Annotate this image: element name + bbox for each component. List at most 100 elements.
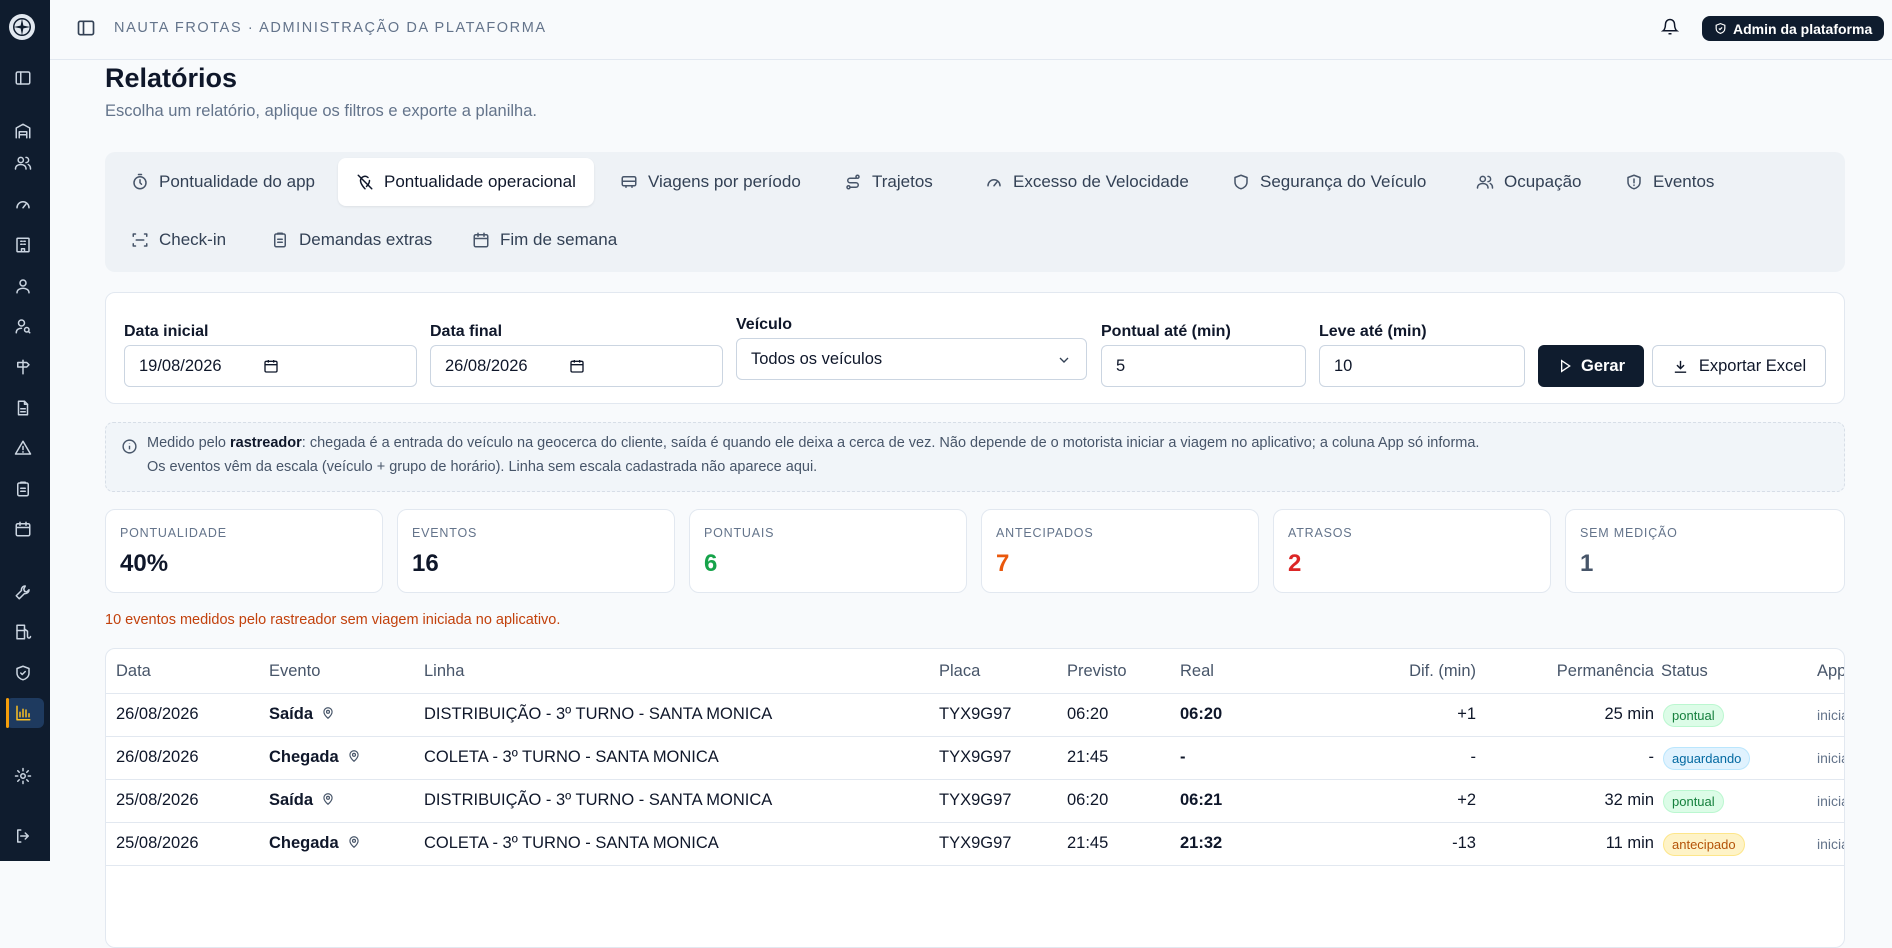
cell-dif: - bbox=[1470, 748, 1477, 766]
shield-check-icon bbox=[1715, 22, 1726, 34]
col-header-dif[interactable]: Dif. (min) bbox=[1306, 662, 1476, 681]
tab-label: Demandas extras bbox=[299, 230, 433, 249]
tab-excesso-velocidade[interactable]: Excesso de Velocidade bbox=[967, 158, 1207, 206]
stat-value: 7 bbox=[996, 550, 1010, 577]
gauge-icon bbox=[987, 179, 1001, 187]
tab-label: Segurança do Veículo bbox=[1260, 172, 1427, 191]
sidebar-toggle-icon[interactable] bbox=[76, 18, 98, 40]
user-search-icon[interactable] bbox=[13, 316, 33, 336]
tab-pontualidade-operacional[interactable]: Pontualidade operacional bbox=[338, 158, 594, 206]
col-header-permanencia[interactable]: Permanência bbox=[1496, 662, 1654, 681]
tab-label: Trajetos bbox=[872, 172, 933, 191]
cell-linha: DISTRIBUIÇÃO - 3º TURNO - SANTA MONICA bbox=[424, 705, 773, 723]
users-icon bbox=[1476, 175, 1494, 189]
compass-logo-icon[interactable] bbox=[9, 14, 35, 40]
col-header-previsto[interactable]: Previsto bbox=[1067, 662, 1127, 681]
stat-value: 6 bbox=[704, 550, 718, 577]
stat-label: EVENTOS bbox=[412, 526, 478, 540]
play-icon bbox=[1560, 359, 1571, 373]
stat-card-atrasos: ATRASOS 2 bbox=[1273, 509, 1551, 593]
building-icon[interactable] bbox=[13, 235, 33, 255]
tab-seguranca-veiculo[interactable]: Segurança do Veículo bbox=[1214, 158, 1444, 206]
table-row[interactable]: 26/08/2026 Chegada COLETA - 3º TURNO - S… bbox=[106, 737, 1844, 780]
stat-value: 40% bbox=[120, 550, 169, 577]
tab-pontualidade-app[interactable]: Pontualidade do app bbox=[113, 158, 333, 206]
shield-icon[interactable] bbox=[13, 663, 33, 683]
status-badge: aguardando bbox=[1663, 747, 1751, 770]
data-inicial-value: 19/08/2026 bbox=[139, 356, 222, 375]
tab-trajetos[interactable]: Trajetos bbox=[826, 158, 951, 206]
cell-real: - bbox=[1180, 748, 1186, 766]
active-nav-indicator bbox=[6, 698, 9, 728]
signpost-icon[interactable] bbox=[13, 357, 33, 377]
cell-evento: Saída bbox=[269, 791, 335, 810]
tab-label: Fim de semana bbox=[500, 230, 618, 249]
app-title: NAUTA FROTAS · ADMINISTRAÇÃO DA PLATAFOR… bbox=[114, 20, 547, 36]
leve-input[interactable]: 10 bbox=[1319, 345, 1525, 387]
tab-label: Excesso de Velocidade bbox=[1013, 172, 1189, 191]
pontual-input[interactable]: 5 bbox=[1101, 345, 1306, 387]
data-final-value: 26/08/2026 bbox=[445, 356, 528, 375]
data-final-input[interactable]: 26/08/2026 bbox=[430, 345, 723, 387]
bar-chart-icon[interactable] bbox=[13, 703, 33, 723]
cell-app: iniciada bbox=[1817, 836, 1844, 852]
tab-label: Check-in bbox=[159, 230, 227, 249]
col-header-status[interactable]: Status bbox=[1661, 662, 1708, 681]
users-icon[interactable] bbox=[13, 153, 33, 173]
col-header-placa[interactable]: Placa bbox=[939, 662, 980, 681]
bell-icon[interactable] bbox=[1660, 18, 1683, 40]
table-row[interactable]: 26/08/2026 Saída DISTRIBUIÇÃO - 3º TURNO… bbox=[106, 694, 1844, 737]
cell-permanencia: 32 min bbox=[1604, 791, 1654, 809]
tab-eventos[interactable]: Eventos bbox=[1607, 158, 1732, 206]
table-row[interactable]: 25/08/2026 Chegada COLETA - 3º TURNO - S… bbox=[106, 823, 1844, 866]
tab-check-in[interactable]: Check-in bbox=[113, 216, 244, 264]
stat-value: 16 bbox=[412, 550, 439, 577]
fuel-icon[interactable] bbox=[13, 622, 33, 642]
exportar-excel-button[interactable]: Exportar Excel bbox=[1652, 345, 1826, 387]
stat-card-sem-medicao: SEM MEDIÇÃO 1 bbox=[1565, 509, 1845, 593]
settings-icon[interactable] bbox=[13, 766, 33, 786]
status-badge: antecipado bbox=[1663, 833, 1745, 856]
stat-card-pontuais: PONTUAIS 6 bbox=[689, 509, 967, 593]
stat-label: SEM MEDIÇÃO bbox=[1580, 526, 1678, 540]
gauge-icon[interactable] bbox=[13, 194, 33, 214]
cell-previsto: 06:20 bbox=[1067, 791, 1109, 809]
col-header-app[interactable]: App bbox=[1817, 662, 1844, 681]
topbar: NAUTA FROTAS · ADMINISTRAÇÃO DA PLATAFOR… bbox=[50, 0, 1892, 60]
col-header-data[interactable]: Data bbox=[116, 662, 151, 681]
shield-alert-icon bbox=[1627, 174, 1641, 190]
file-text-icon[interactable] bbox=[13, 398, 33, 418]
clipboard-icon[interactable] bbox=[13, 479, 33, 499]
tab-ocupacao[interactable]: Ocupação bbox=[1458, 158, 1600, 206]
stat-value: 2 bbox=[1288, 550, 1302, 577]
calendar-icon[interactable] bbox=[263, 358, 279, 374]
logout-icon[interactable] bbox=[13, 826, 33, 846]
col-header-linha[interactable]: Linha bbox=[424, 662, 464, 681]
table-row[interactable]: 25/08/2026 Saída DISTRIBUIÇÃO - 3º TURNO… bbox=[106, 780, 1844, 823]
cell-permanencia: 25 min bbox=[1604, 705, 1654, 723]
data-inicial-label: Data inicial bbox=[124, 323, 209, 340]
tab-demandas-extras[interactable]: Demandas extras bbox=[253, 216, 450, 264]
tab-fim-de-semana[interactable]: Fim de semana bbox=[454, 216, 635, 264]
cell-data: 26/08/2026 bbox=[116, 748, 199, 766]
wrench-icon[interactable] bbox=[13, 582, 33, 602]
data-inicial-input[interactable]: 19/08/2026 bbox=[124, 345, 417, 387]
tab-viagens-periodo[interactable]: Viagens por período bbox=[602, 158, 819, 206]
leve-label: Leve até (min) bbox=[1319, 323, 1427, 340]
col-header-evento[interactable]: Evento bbox=[269, 662, 320, 681]
report-tabs: Pontualidade do app Pontualidade operaci… bbox=[105, 152, 1845, 272]
user-icon[interactable] bbox=[13, 276, 33, 296]
col-header-real[interactable]: Real bbox=[1180, 662, 1214, 681]
veiculo-select[interactable]: Todos os veículos bbox=[736, 338, 1087, 380]
status-badge: pontual bbox=[1663, 790, 1724, 813]
calendar-icon[interactable] bbox=[569, 358, 585, 374]
gerar-button[interactable]: Gerar bbox=[1538, 345, 1644, 387]
alert-triangle-icon[interactable] bbox=[13, 438, 33, 458]
cell-data: 25/08/2026 bbox=[116, 791, 199, 809]
calendar-icon[interactable] bbox=[13, 519, 33, 539]
panel-icon[interactable] bbox=[13, 68, 33, 88]
admin-badge[interactable]: Admin da plataforma bbox=[1702, 16, 1885, 41]
cell-placa: TYX9G97 bbox=[939, 748, 1012, 766]
warehouse-icon[interactable] bbox=[13, 121, 33, 141]
cell-app: iniciada bbox=[1817, 750, 1844, 766]
